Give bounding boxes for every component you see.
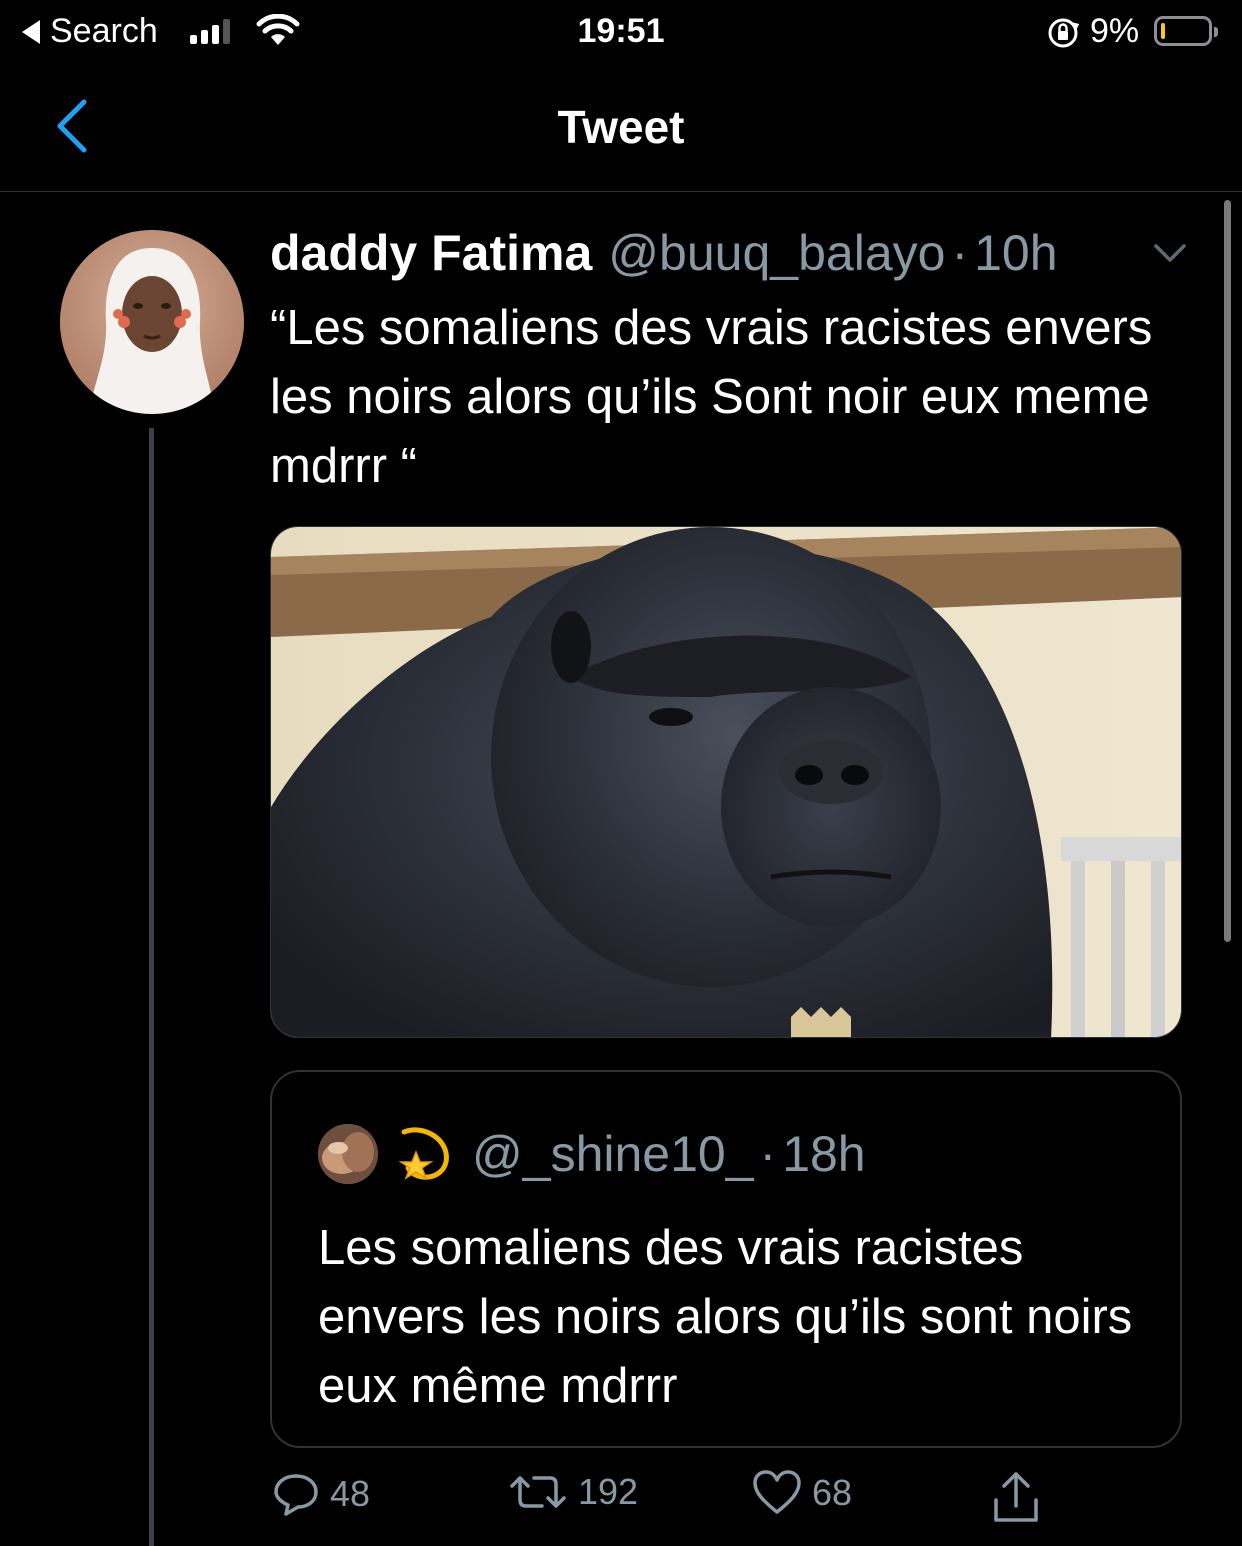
like-button[interactable]: 68 xyxy=(752,1470,852,1516)
chevron-down-icon[interactable] xyxy=(1150,238,1190,268)
retweet-icon xyxy=(510,1476,566,1508)
battery-percent: 9% xyxy=(1090,12,1140,50)
tweet-header: daddy Fatima @buuq_balayo · 10h xyxy=(270,224,1058,282)
page-title: Tweet xyxy=(557,101,685,153)
avatar[interactable] xyxy=(60,230,244,414)
reply-icon xyxy=(274,1474,318,1516)
tweet-text: “Les somaliens des vrais racistes envers… xyxy=(270,301,1153,493)
separator-dot: · xyxy=(951,225,969,281)
quoted-tweet-header: @_shine10_ · 18h xyxy=(318,1122,866,1186)
quoted-separator-dot: · xyxy=(759,1126,777,1182)
quoted-tweet-time: 18h xyxy=(782,1126,866,1182)
quoted-avatar[interactable] xyxy=(318,1124,378,1184)
user-handle[interactable]: @buuq_balayo xyxy=(608,224,945,282)
orientation-lock-icon xyxy=(1048,18,1080,48)
gorilla-photo xyxy=(271,527,1181,1037)
share-button[interactable] xyxy=(990,1470,1042,1526)
quoted-tweet-text: Les somaliens des vrais racistes envers … xyxy=(318,1221,1133,1413)
dizzy-star-icon xyxy=(398,1127,449,1180)
retweet-count: 192 xyxy=(578,1471,639,1512)
thread-connector-line xyxy=(149,428,154,1546)
tweet-time: 10h xyxy=(974,225,1058,281)
reply-button[interactable]: 48 xyxy=(272,1470,370,1518)
tweet-action-bar: 48 192 68 xyxy=(0,1470,1242,1540)
like-count: 68 xyxy=(812,1472,853,1513)
tweet-media-image[interactable] xyxy=(270,526,1182,1038)
heart-icon xyxy=(753,1470,801,1514)
battery-fill xyxy=(1161,23,1165,39)
battery-icon xyxy=(1154,16,1218,46)
share-icon xyxy=(994,1472,1038,1522)
tweet-detail-screen: Search 19:51 9% Tweet daddy Fatima @buuq… xyxy=(0,0,1242,1546)
scrollbar[interactable] xyxy=(1224,200,1231,942)
quoted-tweet[interactable]: @_shine10_ · 18h Les somaliens des vrais… xyxy=(270,1070,1182,1448)
reply-count: 48 xyxy=(330,1473,371,1514)
quoted-user-handle[interactable]: @_shine10_ xyxy=(472,1125,754,1183)
navigation-bar: Tweet xyxy=(0,66,1242,192)
display-name[interactable]: daddy Fatima xyxy=(270,224,592,282)
status-bar: Search 19:51 9% xyxy=(0,0,1242,66)
retweet-button[interactable]: 192 xyxy=(508,1470,638,1514)
